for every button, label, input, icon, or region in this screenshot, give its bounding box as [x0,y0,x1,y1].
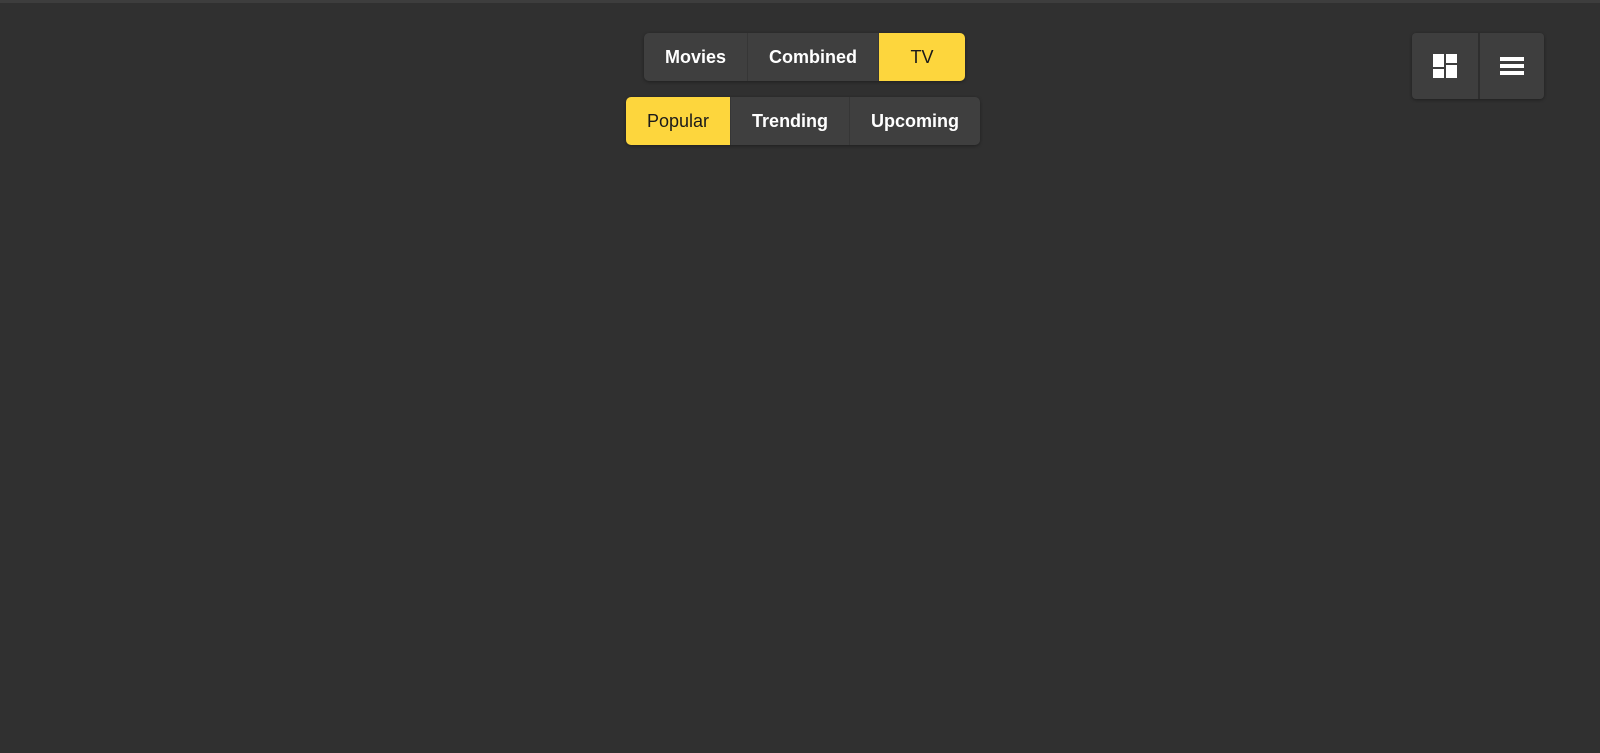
tab-popular[interactable]: Popular [626,97,732,145]
grid-view-button[interactable] [1412,33,1478,99]
page: Movies Combined TV Popular Trending Upco… [0,0,1600,753]
tab-upcoming[interactable]: Upcoming [850,97,981,145]
list-view-button[interactable] [1478,33,1544,99]
list-icon [1500,57,1524,75]
tab-trending[interactable]: Trending [731,97,851,145]
top-border [0,0,1600,3]
tab-movies[interactable]: Movies [644,33,749,81]
tab-combined[interactable]: Combined [748,33,880,81]
media-type-selector: Movies Combined TV [644,33,966,81]
tab-tv[interactable]: TV [879,33,966,81]
dashboard-grid-icon [1433,54,1457,78]
view-toggle [1412,33,1544,99]
category-selector: Popular Trending Upcoming [626,97,981,145]
